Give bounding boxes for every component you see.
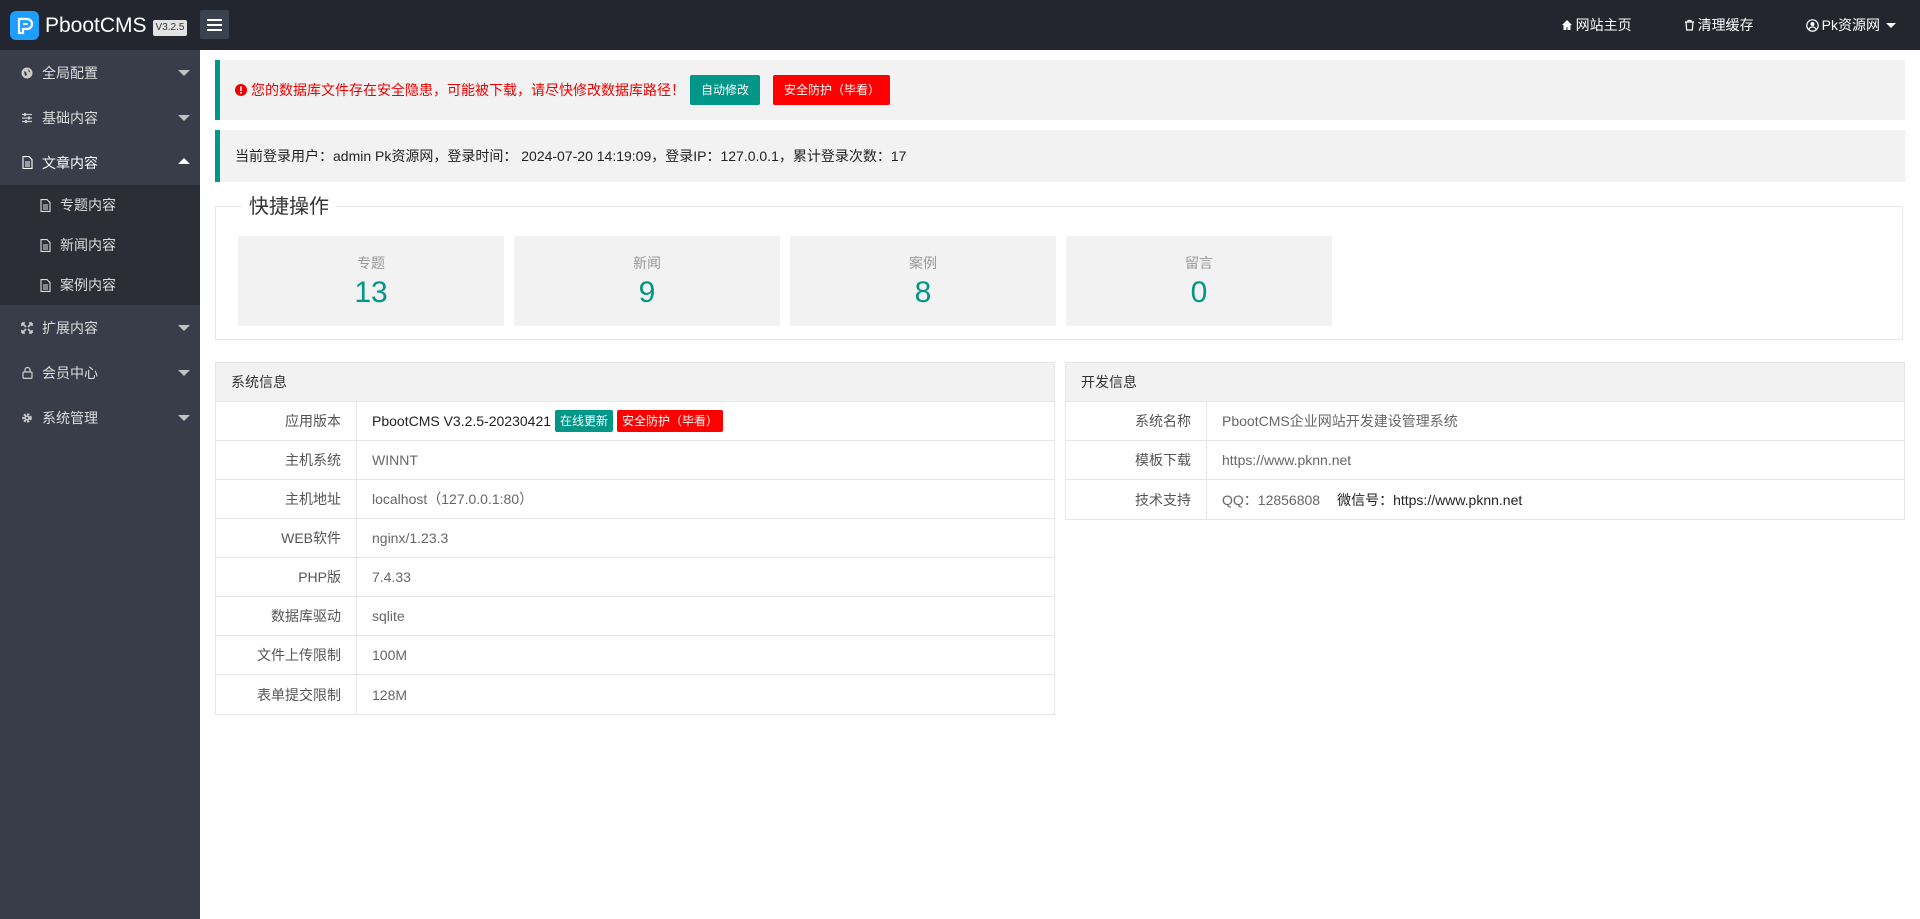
quick-card-count: 8 [914, 276, 932, 309]
wechat-link[interactable]: https://www.pknn.net [1393, 492, 1522, 508]
user-circle-icon [1805, 18, 1819, 32]
table-row: PHP版 7.4.33 [216, 558, 1054, 597]
login-info-text: 当前登录用户：admin Pk资源网，登录时间： 2024-07-20 14:1… [235, 148, 907, 164]
home-icon [1561, 20, 1572, 30]
globe-icon [20, 66, 34, 80]
sidebar-subitem-topics[interactable]: 专题内容 [0, 185, 200, 225]
file-icon [40, 278, 52, 292]
table-row: 数据库驱动 sqlite [216, 597, 1054, 636]
sidebar-item-global-config[interactable]: 全局配置 [0, 50, 200, 95]
table-row: 系统名称 PbootCMS企业网站开发建设管理系统 [1066, 402, 1904, 441]
article-submenu: 专题内容 新闻内容 案例内容 [0, 185, 200, 305]
chevron-down-icon [1886, 22, 1896, 28]
expand-icon [20, 321, 34, 335]
quick-card-cases[interactable]: 案例 8 [790, 236, 1056, 326]
template-download-link[interactable]: https://www.pknn.net [1207, 441, 1351, 479]
chevron-down-icon [178, 115, 190, 121]
file-icon [40, 238, 52, 252]
pbootcms-logo-icon [10, 11, 39, 40]
quick-card-count: 0 [1190, 276, 1208, 309]
chevron-down-icon [178, 70, 190, 76]
main-content: 您的数据库文件存在安全隐患，可能被下载，请尽快修改数据库路径！ 自动修改 安全防… [215, 60, 1905, 340]
sidebar: 全局配置 基础内容 文章内容 专题内容 新闻内容 案例内容 扩展内容 会员中心 [0, 50, 200, 919]
qq-value: QQ：12856808 [1222, 491, 1321, 508]
menu-toggle-button[interactable] [200, 10, 229, 39]
security-protection-button[interactable]: 安全防护（毕看） [773, 75, 891, 105]
sidebar-item-extension-content[interactable]: 扩展内容 [0, 305, 200, 350]
security-warning-alert: 您的数据库文件存在安全隐患，可能被下载，请尽快修改数据库路径！ 自动修改 安全防… [215, 60, 1905, 120]
system-info-title: 系统信息 [216, 363, 1054, 402]
chevron-down-icon [178, 325, 190, 331]
system-info-panel: 系统信息 应用版本 PbootCMS V3.2.5-20230421 在线更新 … [215, 362, 1055, 715]
security-protection-tag[interactable]: 安全防护（毕看） [617, 410, 724, 432]
quick-card-messages[interactable]: 留言 0 [1066, 236, 1332, 326]
chevron-down-icon [178, 415, 190, 421]
table-row: 主机系统 WINNT [216, 441, 1054, 480]
sidebar-item-basic-content[interactable]: 基础内容 [0, 95, 200, 140]
chevron-down-icon [178, 370, 190, 376]
version-badge: V3.2.5 [152, 19, 188, 36]
file-icon [20, 156, 34, 170]
trash-icon [1684, 19, 1694, 31]
table-row: 文件上传限制 100M [216, 636, 1054, 675]
wechat-label: 微信号： [1337, 491, 1394, 508]
table-row: 应用版本 PbootCMS V3.2.5-20230421 在线更新 安全防护（… [216, 402, 1054, 441]
clear-cache-link[interactable]: 清理缓存 [1684, 15, 1754, 35]
table-row: WEB软件 nginx/1.23.3 [216, 519, 1054, 558]
table-row: 技术支持 QQ：12856808 微信号： https://www.pknn.n… [1066, 480, 1904, 519]
quick-actions-title: 快捷操作 [241, 195, 337, 219]
logo[interactable]: PbootCMS V3.2.5 [10, 11, 188, 40]
quick-card-label: 专题 [357, 255, 385, 271]
quick-card-label: 案例 [909, 255, 937, 271]
security-warning-text: 您的数据库文件存在安全隐患，可能被下载，请尽快修改数据库路径！ [251, 82, 685, 98]
user-menu[interactable]: Pk资源网 [1805, 15, 1896, 35]
app-name: PbootCMS [45, 13, 147, 37]
table-row: 模板下载 https://www.pknn.net [1066, 441, 1904, 480]
quick-actions-panel: 快捷操作 专题 13 新闻 9 案例 8 留言 0 [215, 195, 1903, 340]
login-info-alert: 当前登录用户：admin Pk资源网，登录时间： 2024-07-20 14:1… [215, 130, 1905, 182]
quick-card-count: 13 [354, 276, 388, 309]
sidebar-item-article-content[interactable]: 文章内容 [0, 140, 200, 185]
gear-icon [20, 411, 34, 425]
exclamation-circle-icon [235, 84, 247, 96]
quick-card-label: 新闻 [633, 255, 661, 271]
quick-card-count: 9 [638, 276, 656, 309]
file-icon [40, 198, 52, 212]
sidebar-subitem-news[interactable]: 新闻内容 [0, 225, 200, 265]
home-link[interactable]: 网站主页 [1561, 15, 1632, 35]
table-row: 主机地址 localhost（127.0.0.1:80） [216, 480, 1054, 519]
chevron-up-icon [178, 158, 190, 164]
dev-info-title: 开发信息 [1066, 363, 1904, 402]
sidebar-item-system-management[interactable]: 系统管理 [0, 395, 200, 440]
dev-info-panel: 开发信息 系统名称 PbootCMS企业网站开发建设管理系统 模板下载 http… [1065, 362, 1905, 520]
table-row: 表单提交限制 128M [216, 675, 1054, 714]
top-header: PbootCMS V3.2.5 网站主页 清理缓存 Pk资源网 [0, 0, 1920, 50]
sliders-icon [20, 111, 34, 125]
auto-fix-button[interactable]: 自动修改 [690, 75, 761, 105]
sidebar-item-member-center[interactable]: 会员中心 [0, 350, 200, 395]
quick-card-topics[interactable]: 专题 13 [238, 236, 504, 326]
lock-icon [20, 366, 34, 380]
online-update-button[interactable]: 在线更新 [555, 410, 614, 432]
sidebar-subitem-cases[interactable]: 案例内容 [0, 265, 200, 305]
quick-card-label: 留言 [1185, 255, 1213, 271]
quick-card-news[interactable]: 新闻 9 [514, 236, 780, 326]
app-version-value: PbootCMS V3.2.5-20230421 [372, 413, 552, 429]
